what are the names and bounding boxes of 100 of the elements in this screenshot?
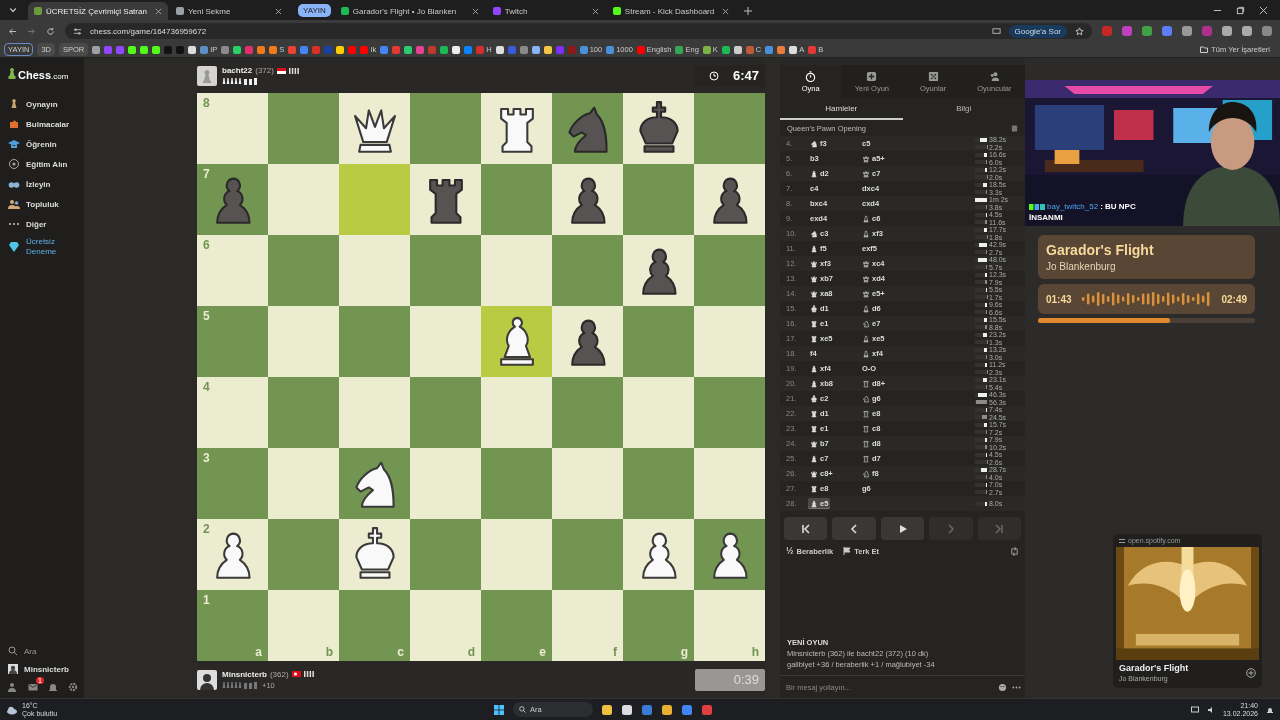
rook-icon (810, 484, 818, 493)
bookmark-icon[interactable] (152, 45, 161, 54)
close-icon[interactable] (471, 7, 479, 15)
browser-tab[interactable]: Stream - Kick Dashboard (606, 2, 735, 20)
browser-tab[interactable]: Garador's Flight • Jo Blanken (334, 2, 485, 20)
rank-label: 4 (203, 380, 210, 394)
bell-icon[interactable] (1266, 705, 1274, 714)
moves-tab[interactable]: Bilgi (902, 98, 1025, 120)
last-move-icon (994, 523, 1005, 534)
diamond-icon (8, 241, 20, 253)
bookmark-icon[interactable] (92, 45, 101, 54)
bookmark-icon[interactable] (452, 45, 461, 54)
add-icon[interactable] (1246, 667, 1256, 678)
sidebar-item[interactable]: Bulmacalar (8, 114, 84, 134)
player-name[interactable]: Minsnicterb (222, 669, 267, 679)
speaker-icon[interactable] (1206, 705, 1215, 714)
close-icon[interactable] (155, 7, 162, 15)
knight-icon (862, 469, 870, 478)
rook-icon (810, 424, 818, 433)
windows-icon[interactable] (493, 703, 506, 716)
player-name[interactable]: bacht22 (222, 66, 253, 75)
ask-google-button[interactable]: Google'a Sor (1008, 24, 1067, 38)
network-icon[interactable] (1190, 705, 1199, 714)
close-icon[interactable] (591, 7, 599, 15)
queen-icon (810, 274, 818, 283)
forward-icon[interactable] (27, 26, 36, 36)
bookmark-icon[interactable] (233, 45, 242, 54)
star-icon[interactable] (1075, 26, 1084, 36)
bookmark-icon[interactable] (140, 45, 149, 54)
browser-tab[interactable]: Twitch (486, 2, 605, 20)
puzzle-icon (8, 118, 20, 130)
new-tab-icon[interactable] (742, 6, 753, 16)
reload-icon[interactable] (46, 26, 55, 36)
logo-text[interactable]: Chess.com (18, 69, 69, 81)
bookmark-icon[interactable] (404, 45, 413, 54)
controls-icon[interactable] (1119, 537, 1125, 544)
close-icon[interactable] (1259, 6, 1268, 15)
people-icon (988, 70, 1000, 82)
site-settings-icon[interactable] (73, 26, 82, 36)
bookmark-icon[interactable] (257, 45, 266, 54)
bookmark-icon[interactable] (336, 45, 345, 54)
bookmark-icon[interactable] (128, 45, 137, 54)
flip-board-icon[interactable] (1010, 546, 1019, 556)
emoji-icon[interactable] (998, 682, 1007, 692)
clock-icon (708, 70, 719, 81)
settings-icon[interactable] (68, 682, 78, 692)
queen-icon (810, 439, 818, 448)
bookmark-icon[interactable] (721, 45, 730, 54)
bishop-icon (810, 244, 818, 253)
app-icon[interactable] (661, 703, 674, 716)
file-label: f (613, 645, 617, 659)
flag-icon (276, 67, 286, 74)
app-icon[interactable] (601, 703, 614, 716)
player-clock: 6:47 (695, 64, 765, 87)
mail-icon[interactable] (28, 682, 38, 692)
rank-label: 5 (203, 309, 210, 323)
friends-icon[interactable] (8, 682, 18, 692)
avatar[interactable] (197, 669, 217, 690)
sidebar-item[interactable]: Öğrenin (8, 134, 84, 154)
bookmark-icon[interactable] (495, 45, 504, 54)
browser-tab[interactable]: ÜCRETSİZ Çevrimiçi Satran (28, 2, 168, 20)
bookmark-icon[interactable] (777, 45, 786, 54)
play-icon (897, 523, 908, 534)
sidebar-item[interactable]: İzleyin (8, 174, 84, 194)
navigation-button[interactable] (784, 517, 828, 540)
restore-icon[interactable] (1236, 6, 1245, 15)
track-title: Garador's Flight (1119, 663, 1189, 673)
address-bar[interactable]: chess.com/game/164736959672 Google'a Sor (65, 23, 1092, 39)
flag-icon (843, 547, 852, 555)
player-clock: 0:39 (695, 668, 765, 691)
profile-link[interactable]: Minsnicterb (8, 664, 84, 674)
queen-icon (862, 274, 870, 283)
bookmark-icon[interactable] (543, 45, 552, 54)
tab-group-label[interactable]: YAYIN (298, 4, 331, 17)
bell-icon[interactable] (48, 682, 58, 692)
bookmark-icon[interactable] (440, 45, 449, 54)
navigation-button[interactable] (880, 517, 925, 540)
sidebar-item[interactable]: Eğitim Alın (8, 154, 84, 174)
graduation-cap-icon (8, 138, 20, 150)
back-icon[interactable] (8, 26, 17, 36)
elapsed-time: 01:43 (1046, 293, 1072, 305)
close-icon[interactable] (275, 7, 282, 15)
search-link[interactable]: Ara (8, 646, 84, 656)
close-icon[interactable] (721, 7, 729, 15)
bookmark-icon[interactable] (188, 45, 197, 54)
file-label: d (467, 645, 475, 659)
avatar[interactable] (197, 65, 217, 86)
moves-tab[interactable]: Hamleler (780, 98, 903, 120)
browser-tab[interactable]: Yeni Sekme (170, 2, 288, 20)
sidebar-item[interactable]: Diğer (8, 214, 84, 234)
bookmark-icon[interactable] (733, 45, 742, 54)
bishop-icon (810, 364, 818, 373)
file-label: c (397, 645, 404, 659)
file-label: b (325, 645, 333, 659)
bookmark-icon[interactable] (531, 45, 540, 54)
sidebar-item[interactable]: Oynayın (8, 94, 84, 114)
sidebar-item[interactable]: Topluluk (8, 194, 84, 214)
app-icon[interactable] (621, 703, 634, 716)
sidebar-item[interactable]: Ücretsiz Deneme (8, 234, 84, 260)
cast-icon[interactable] (991, 26, 1001, 36)
